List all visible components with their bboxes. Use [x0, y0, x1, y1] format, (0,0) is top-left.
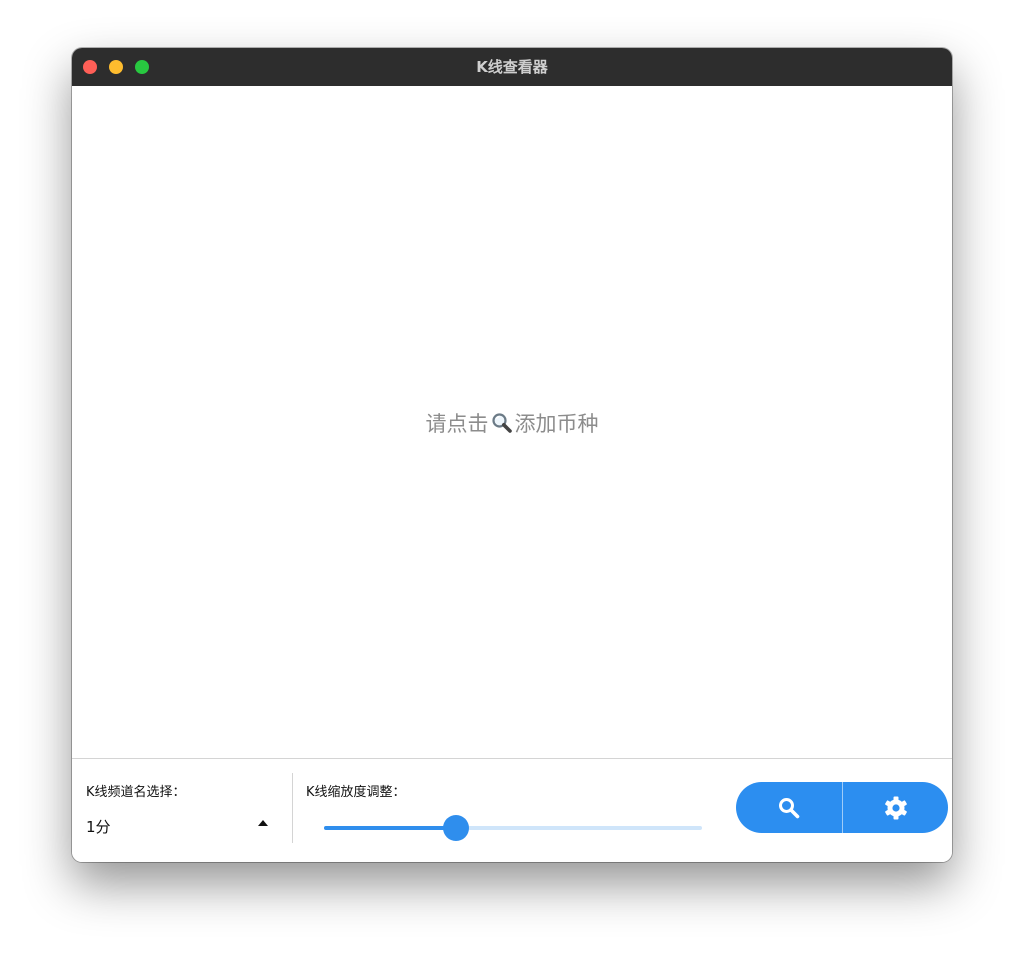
- action-button-group: [736, 782, 948, 833]
- control-divider: [292, 773, 293, 843]
- empty-state-prefix: 请点击: [425, 412, 489, 436]
- settings-button[interactable]: [842, 782, 948, 833]
- zoom-slider-fill: [324, 826, 457, 830]
- app-window: K线查看器 请点击 添加币种 K线频道名选择： 1分 K线缩放度调整：: [72, 48, 952, 862]
- caret-up-icon: [258, 820, 268, 826]
- zoom-label: K线缩放度调整：: [306, 785, 406, 800]
- control-bar: K线频道名选择： 1分 K线缩放度调整：: [72, 758, 952, 862]
- frequency-label: K线频道名选择：: [86, 785, 186, 800]
- chart-area: 请点击 添加币种: [72, 86, 952, 758]
- frequency-select[interactable]: 1分: [86, 814, 272, 838]
- gear-icon: [885, 796, 907, 819]
- empty-state-message: 请点击 添加币种: [72, 408, 952, 439]
- search-button[interactable]: [736, 782, 842, 833]
- title-bar: K线查看器: [72, 48, 952, 86]
- frequency-selected-value: 1分: [86, 818, 111, 836]
- window-title: K线查看器: [476, 58, 548, 76]
- empty-state-suffix: 添加币种: [514, 412, 599, 436]
- zoom-slider[interactable]: [324, 815, 702, 841]
- search-icon: [779, 797, 800, 818]
- magnifying-glass-icon: [491, 412, 513, 439]
- zoom-slider-thumb[interactable]: [443, 815, 470, 841]
